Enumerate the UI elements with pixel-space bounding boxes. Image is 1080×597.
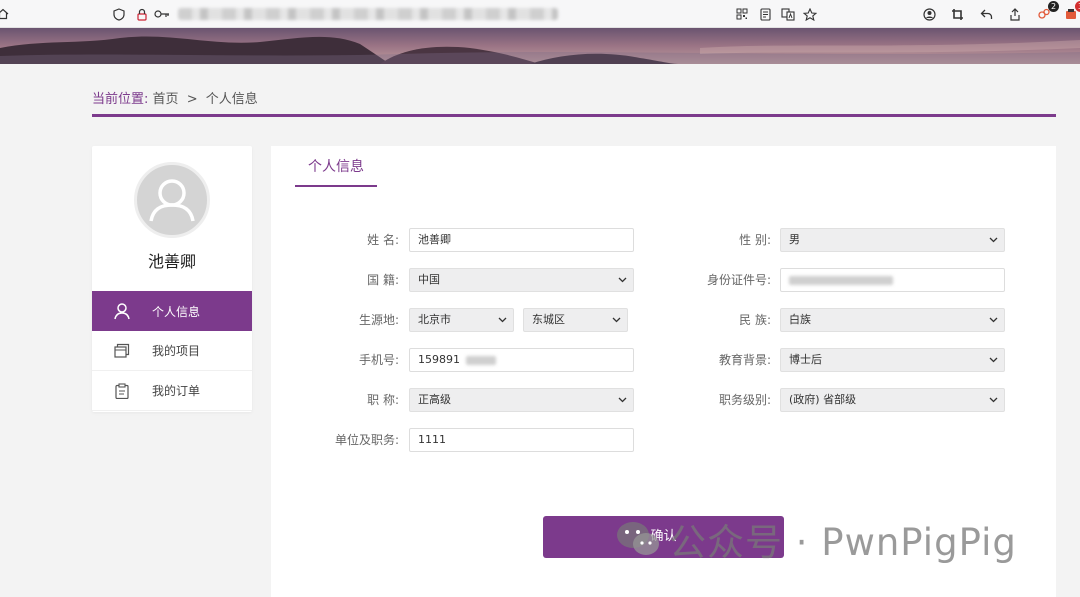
- ethnicity-value: 白族: [789, 313, 811, 326]
- breadcrumb: 当前位置: 首页 > 个人信息: [92, 88, 258, 107]
- sidebar-item-orders[interactable]: 我的订单: [92, 371, 252, 411]
- chevron-down-icon: [618, 389, 627, 411]
- nationality-value: 中国: [418, 273, 440, 286]
- name-field[interactable]: 池善卿: [409, 228, 634, 252]
- qr-icon[interactable]: [733, 5, 751, 23]
- breadcrumb-separator: >: [186, 92, 198, 107]
- title-value: 正高级: [418, 393, 451, 406]
- back-arrow-icon[interactable]: [977, 5, 995, 23]
- ethnicity-select[interactable]: 白族: [780, 308, 1005, 332]
- sidebar-item-profile[interactable]: 个人信息: [92, 291, 252, 331]
- share-icon[interactable]: [1006, 5, 1024, 23]
- notification-badge: 2: [1048, 1, 1059, 12]
- birthplace-district-select[interactable]: 东城区: [523, 308, 628, 332]
- reader-icon[interactable]: [756, 5, 774, 23]
- chevron-down-icon: [989, 309, 998, 331]
- extension-icon[interactable]: 2: [1035, 1, 1059, 23]
- key-icon[interactable]: [153, 5, 171, 23]
- id-number-field[interactable]: [780, 268, 1005, 292]
- ethnicity-label: 民 族:: [739, 313, 771, 327]
- phone-field[interactable]: 159891: [409, 348, 634, 372]
- title-select[interactable]: 正高级: [409, 388, 634, 412]
- education-label: 教育背景:: [718, 353, 771, 367]
- chevron-down-icon: [498, 309, 507, 331]
- breadcrumb-divider: [92, 114, 1056, 117]
- banner-image: [0, 28, 1080, 64]
- chevron-down-icon: [989, 349, 998, 371]
- gender-select[interactable]: 男: [780, 228, 1005, 252]
- birthplace-district-value: 东城区: [532, 313, 565, 326]
- watermark-text: 公众号 · PwnPigPig: [669, 521, 1017, 564]
- shield-icon[interactable]: [110, 5, 128, 23]
- home-icon[interactable]: [0, 5, 12, 23]
- nationality-select[interactable]: 中国: [409, 268, 634, 292]
- sidebar-item-label: 我的订单: [152, 384, 201, 398]
- wechat-icon: [617, 522, 659, 555]
- unit-field[interactable]: 1111: [409, 428, 634, 452]
- name-label: 姓 名:: [367, 233, 399, 247]
- unit-label: 单位及职务:: [334, 433, 399, 447]
- crop-icon[interactable]: [948, 5, 966, 23]
- birthplace-label: 生源地:: [358, 313, 399, 327]
- chevron-down-icon: [612, 309, 621, 331]
- clipboard-icon: [92, 382, 152, 399]
- notification-badge: 3: [1075, 1, 1080, 12]
- browser-toolbar: 2 3: [0, 0, 1080, 28]
- birthplace-province-select[interactable]: 北京市: [409, 308, 514, 332]
- sidebar-item-projects[interactable]: 我的项目: [92, 331, 252, 371]
- tab-personal-info[interactable]: 个人信息: [295, 146, 377, 187]
- gender-label: 性 别:: [739, 233, 771, 247]
- nationality-label: 国 籍:: [367, 273, 399, 287]
- address-bar[interactable]: [178, 8, 558, 20]
- phone-value: 159891: [418, 353, 460, 366]
- education-select[interactable]: 博士后: [780, 348, 1005, 372]
- account-icon[interactable]: [920, 5, 938, 23]
- rank-value: (政府) 省部级: [789, 393, 857, 406]
- sidebar: 池善卿 个人信息 我的项目 我的订单: [92, 146, 252, 412]
- extension-icon[interactable]: 3: [1062, 1, 1080, 23]
- redacted-value: [789, 275, 893, 285]
- breadcrumb-home[interactable]: 首页: [153, 92, 179, 107]
- translate-icon[interactable]: [779, 5, 797, 23]
- cards-icon: [92, 343, 152, 358]
- breadcrumb-label: 当前位置:: [92, 92, 149, 107]
- breadcrumb-current: 个人信息: [205, 92, 258, 107]
- title-label: 职 称:: [367, 393, 399, 407]
- sidebar-item-label: 我的项目: [152, 344, 201, 358]
- chevron-down-icon: [989, 389, 998, 411]
- redacted-value: [465, 355, 496, 365]
- chevron-down-icon: [618, 269, 627, 291]
- watermark: 公众号 · PwnPigPig: [615, 512, 1017, 566]
- gender-value: 男: [789, 233, 800, 246]
- education-value: 博士后: [789, 353, 822, 366]
- user-name: 池善卿: [147, 252, 196, 271]
- rank-label: 职务级别:: [718, 393, 771, 407]
- header-banner: [0, 28, 1080, 64]
- sidebar-item-label: 个人信息: [152, 304, 201, 319]
- chevron-down-icon: [989, 229, 998, 251]
- rank-select[interactable]: (政府) 省部级: [780, 388, 1005, 412]
- birthplace-province-value: 北京市: [418, 313, 451, 326]
- id-number-label: 身份证件号:: [706, 273, 771, 287]
- phone-label: 手机号:: [358, 353, 399, 367]
- star-icon[interactable]: [801, 5, 819, 23]
- user-avatar-icon: [149, 179, 195, 222]
- user-icon: [92, 302, 152, 320]
- lock-icon[interactable]: [133, 5, 151, 23]
- avatar[interactable]: [134, 162, 210, 238]
